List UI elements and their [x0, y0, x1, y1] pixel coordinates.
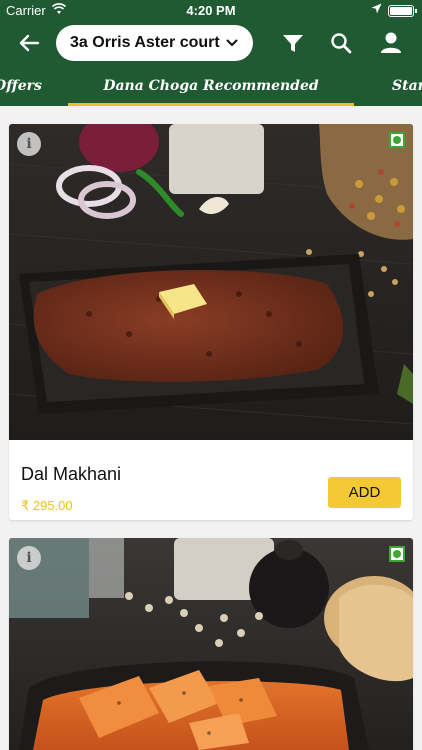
add-button[interactable]: ADD	[328, 477, 401, 508]
location-label: 3a Orris Aster court	[70, 34, 220, 51]
veg-indicator-icon	[389, 132, 405, 148]
location-selector[interactable]: 3a Orris Aster court	[56, 25, 253, 61]
dish-photo	[9, 538, 413, 750]
tab-offers[interactable]: Offers	[0, 66, 44, 106]
chevron-down-icon	[226, 39, 238, 46]
dish-name: Dal Makhani	[21, 464, 122, 484]
menu-item-card[interactable]: i	[9, 538, 413, 750]
tab-dana-choga-recommended[interactable]: Dana Choga Recommended	[68, 66, 354, 106]
status-bar: Carrier 4:20 PM	[0, 0, 422, 20]
filter-icon[interactable]	[279, 29, 307, 57]
location-arrow-icon	[371, 3, 382, 14]
app-bar: 3a Orris Aster court	[0, 20, 422, 66]
menu-item-card[interactable]: i Dal Makhani ₹ 295.00 ADD	[9, 124, 413, 520]
clock: 4:20 PM	[186, 3, 236, 18]
tab-starters[interactable]: Starters	[392, 66, 422, 106]
info-icon[interactable]: i	[17, 546, 41, 570]
profile-icon[interactable]	[377, 29, 405, 57]
back-arrow-icon[interactable]	[14, 28, 44, 58]
dish-price: ₹ 295.00	[21, 498, 73, 513]
search-icon[interactable]	[327, 29, 355, 57]
info-icon[interactable]: i	[17, 132, 41, 156]
battery-icon	[388, 5, 417, 17]
dish-photo	[9, 124, 413, 440]
category-tabs: Offers Dana Choga Recommended Starters	[0, 66, 422, 106]
veg-indicator-icon	[389, 546, 405, 562]
